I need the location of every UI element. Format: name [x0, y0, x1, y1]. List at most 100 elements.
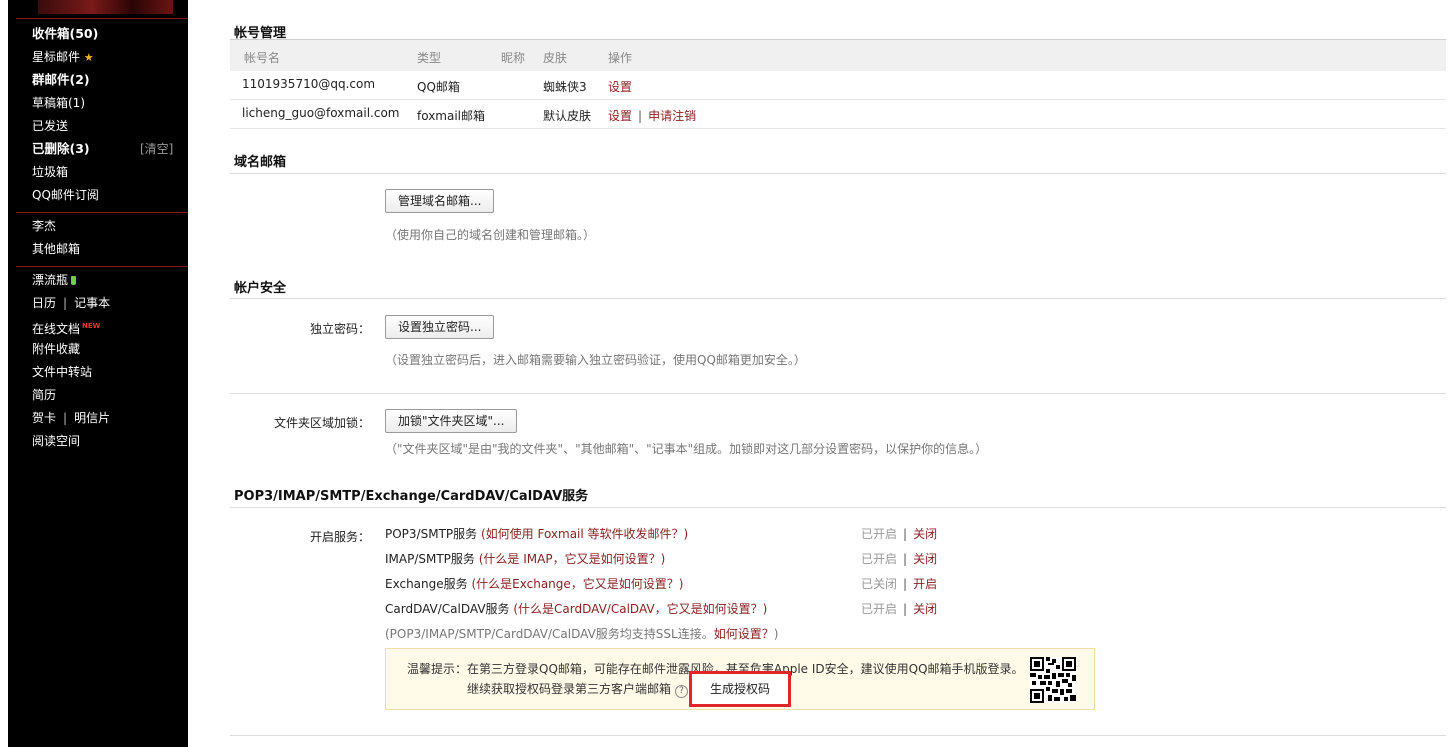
service-state: 已开启 | 关闭	[861, 525, 937, 542]
qr-code-icon	[1030, 657, 1076, 703]
section-title-domain: 域名邮箱	[234, 155, 287, 170]
sidebar-item-calendar-notebook: 日历 | 记事本	[32, 295, 110, 311]
account-settings-link[interactable]: 设置	[608, 109, 632, 123]
sidebar-item-other-mailboxes[interactable]: 其他邮箱	[32, 241, 80, 257]
state-text: 已开启	[861, 527, 898, 541]
section-divider	[230, 735, 1450, 736]
sidebar-divider	[16, 266, 188, 267]
sidebar-item-online-docs[interactable]: 在线文档 NEW	[32, 318, 100, 337]
bottle-icon	[71, 276, 77, 285]
service-help-link[interactable]: (什么是 IMAP，它又是如何设置？)	[479, 552, 666, 566]
warning-box: 温馨提示：在第三方登录QQ邮箱，可能存在邮件泄露风险，甚至危害Apple ID安…	[385, 648, 1095, 710]
row-divider	[230, 128, 1450, 129]
section-divider	[230, 507, 1450, 508]
service-state: 已关闭 | 开启	[861, 575, 937, 592]
service-toggle-link[interactable]: 关闭	[913, 552, 937, 566]
independent-password-label: 独立密码：	[309, 322, 370, 336]
account-actions: 设置 | 申请注销	[608, 107, 696, 124]
sidebar-item-group-mail[interactable]: 群邮件(2)	[32, 72, 90, 88]
service-imap: IMAP/SMTP服务 (什么是 IMAP，它又是如何设置？)	[385, 550, 665, 567]
pipe-separator: |	[903, 602, 908, 616]
service-toggle-link[interactable]: 开启	[913, 577, 937, 591]
ssl-hint: (POP3/IMAP/SMTP/CardDAV/CalDAV服务均支持SSL连接…	[385, 625, 778, 642]
sidebar-item-drift-bottle[interactable]: 漂流瓶	[32, 272, 77, 288]
account-name: licheng_guo@foxmail.com	[242, 106, 400, 120]
set-password-button[interactable]: 设置独立密码...	[385, 315, 495, 339]
account-name: 1101935710@qq.com	[242, 77, 376, 91]
folder-lock-hint: （"文件夹区域"是由"我的文件夹"、"其他邮箱"、"记事本"组成。加锁即对这几部…	[385, 442, 988, 456]
account-settings-link[interactable]: 设置	[608, 78, 632, 95]
sidebar-item-reading[interactable]: 阅读空间	[32, 433, 80, 449]
manage-domain-button[interactable]: 管理域名邮箱...	[385, 189, 495, 213]
scrollbar-track[interactable]	[1446, 0, 1450, 747]
service-help-link[interactable]: (什么是CardDAV/CalDAV，它又是如何设置？)	[513, 602, 767, 616]
pipe-separator: |	[638, 109, 643, 123]
service-name: IMAP/SMTP服务	[385, 552, 475, 566]
ssl-hint-close: )	[773, 627, 779, 641]
service-name: POP3/SMTP服务	[385, 527, 478, 541]
skin-banner	[38, 0, 173, 14]
new-badge: NEW	[82, 322, 101, 330]
section-divider	[230, 298, 1450, 299]
sidebar-divider	[16, 18, 188, 19]
generate-auth-code-button[interactable]: 生成授权码	[689, 671, 791, 707]
sidebar-item-file-transfer[interactable]: 文件中转站	[32, 364, 92, 380]
sidebar-item-notebook[interactable]: 记事本	[74, 296, 110, 310]
service-state: 已开启 | 关闭	[861, 550, 937, 567]
sidebar-item-junk[interactable]: 垃圾箱	[32, 164, 68, 180]
section-title-services: POP3/IMAP/SMTP/Exchange/CardDAV/CalDAV服务	[234, 489, 589, 504]
header-nickname: 昵称	[501, 51, 526, 65]
pipe-separator: |	[63, 411, 68, 425]
sidebar-item-starred[interactable]: 星标邮件 ★	[32, 49, 94, 66]
domain-hint: （使用你自己的域名创建和管理邮箱。）	[385, 228, 596, 242]
sidebar-item-deleted[interactable]: 已删除(3)	[32, 141, 90, 157]
service-help-link[interactable]: (如何使用 Foxmail 等软件收发邮件？)	[481, 527, 688, 541]
auth-code-prompt: 继续获取授权码登录第三方客户端邮箱?	[467, 680, 689, 698]
sidebar-item-inbox[interactable]: 收件箱(50)	[32, 26, 98, 42]
sidebar: 收件箱(50) 星标邮件 ★ 群邮件(2) 草稿箱(1) 已发送 已删除(3) …	[8, 0, 188, 747]
service-name: CardDAV/CalDAV服务	[385, 602, 510, 616]
header-action: 操作	[608, 51, 633, 65]
account-type: QQ邮箱	[417, 80, 460, 94]
sidebar-item-cards: 贺卡 | 明信片	[32, 410, 110, 426]
sidebar-item-greeting-card[interactable]: 贺卡	[32, 411, 56, 425]
folder-lock-label: 文件夹区域加锁：	[273, 416, 370, 430]
pipe-separator: |	[903, 527, 908, 541]
question-icon[interactable]: ?	[675, 685, 689, 698]
sidebar-item-account-lijie[interactable]: 李杰	[32, 218, 56, 234]
enable-services-label: 开启服务：	[309, 530, 370, 544]
service-state: 已开启 | 关闭	[861, 600, 937, 617]
service-help-link[interactable]: (什么是Exchange，它又是如何设置？)	[471, 577, 683, 591]
service-toggle-link[interactable]: 关闭	[913, 602, 937, 616]
service-pop3: POP3/SMTP服务 (如何使用 Foxmail 等软件收发邮件？)	[385, 525, 688, 542]
service-toggle-link[interactable]: 关闭	[913, 527, 937, 541]
sidebar-item-postcard[interactable]: 明信片	[74, 411, 110, 425]
sidebar-item-subscriptions[interactable]: QQ邮件订阅	[32, 187, 99, 203]
password-hint: （设置独立密码后，进入邮箱需要输入独立密码验证，使用QQ邮箱更加安全。）	[385, 353, 806, 367]
star-icon: ★	[83, 51, 94, 64]
ssl-help-link[interactable]: 如何设置？	[714, 627, 774, 641]
section-divider	[230, 173, 1450, 174]
pipe-separator: |	[903, 577, 908, 591]
sidebar-item-drafts[interactable]: 草稿箱(1)	[32, 95, 85, 111]
sidebar-item-sent[interactable]: 已发送	[32, 118, 68, 134]
left-edge	[0, 0, 8, 747]
sidebar-item-calendar[interactable]: 日历	[32, 296, 56, 310]
auth-code-text: 继续获取授权码登录第三方客户端邮箱	[467, 682, 672, 696]
account-skin: 默认皮肤	[543, 109, 592, 123]
clear-trash-link[interactable]: [清空]	[140, 141, 173, 157]
sidebar-item-label: 漂流瓶	[32, 273, 69, 287]
settings-main: 帐号管理 帐号名 类型 昵称 皮肤 操作 1101935710@qq.com Q…	[188, 0, 1450, 747]
lock-folder-button[interactable]: 加锁"文件夹区域"...	[385, 409, 518, 433]
section-divider	[230, 393, 1450, 394]
account-type: foxmail邮箱	[417, 109, 486, 123]
state-text: 已关闭	[861, 577, 898, 591]
table-header	[230, 40, 1450, 71]
pipe-separator: |	[63, 296, 68, 310]
row-divider	[230, 99, 1450, 100]
sidebar-item-resume[interactable]: 简历	[32, 387, 56, 403]
request-cancel-link[interactable]: 申请注销	[648, 109, 696, 123]
account-skin: 蜘蛛侠3	[543, 80, 587, 94]
sidebar-item-attachments[interactable]: 附件收藏	[32, 341, 80, 357]
sidebar-item-label: 在线文档	[32, 322, 81, 336]
